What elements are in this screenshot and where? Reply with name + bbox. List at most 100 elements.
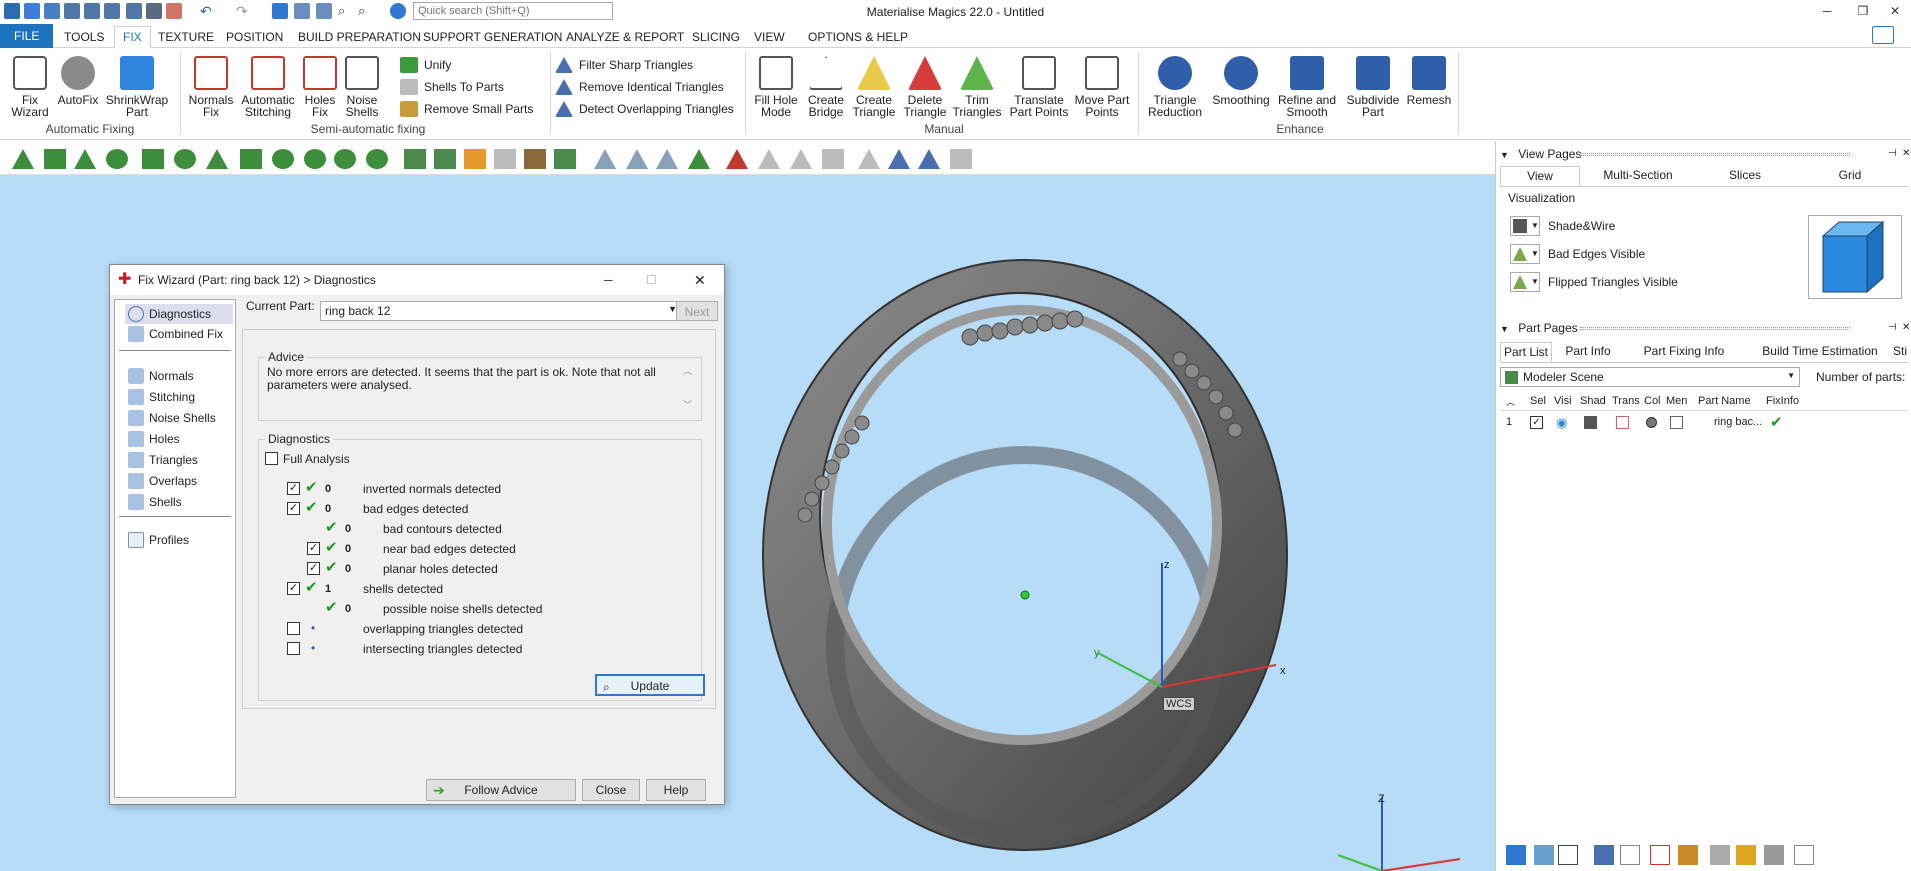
automatic-stitching-button[interactable]: Automatic Stitching [240, 56, 296, 118]
tab-build-time-estimation[interactable]: Build Time Estimation [1750, 342, 1890, 362]
nav-noise-shells[interactable]: Noise Shells [125, 408, 230, 428]
col-col[interactable]: Col [1644, 395, 1661, 407]
color-swatch[interactable] [1646, 417, 1657, 428]
smoothing-button[interactable]: Smoothing [1210, 56, 1272, 106]
tab-analyze-report[interactable]: ANALYZE & REPORT [558, 27, 692, 47]
refine-and-smooth-button[interactable]: Refine and Smooth [1274, 56, 1340, 118]
trim-triangles-button[interactable]: Trim Triangles [952, 56, 1002, 118]
close-window-button[interactable]: ✕ [1880, 0, 1910, 22]
unify-button[interactable]: Unify [400, 56, 451, 74]
fill-hole-mode-button[interactable]: Fill Hole Mode [752, 56, 800, 118]
eye-icon[interactable]: ◉ [1556, 415, 1567, 431]
current-part-select[interactable]: ring back 12 ▼ [320, 301, 682, 321]
tab-tools[interactable]: TOOLS [56, 27, 112, 47]
flipped-triangles-dropdown[interactable]: ▼ [1510, 272, 1540, 292]
follow-advice-button[interactable]: ➔ Follow Advice [426, 779, 576, 801]
mark-window-icon[interactable] [240, 149, 262, 169]
part-toggle-icon[interactable] [464, 149, 486, 169]
tab-support-generation[interactable]: SUPPORT GENERATION [415, 27, 570, 47]
select-checkbox[interactable]: ✓ [1530, 416, 1543, 429]
triangle-tool-2-icon[interactable] [626, 149, 648, 169]
tab-part-fixing-info[interactable]: Part Fixing Info [1624, 342, 1744, 362]
shells-to-parts-button[interactable]: Shells To Parts [400, 78, 504, 96]
part-tool-8-icon[interactable] [1710, 845, 1730, 865]
nav-stitching[interactable]: Stitching [125, 387, 230, 407]
triangle-tool-6-icon[interactable] [790, 149, 812, 169]
shrinkwrap-part-button[interactable]: ShrinkWrap Part [104, 56, 170, 118]
scroll-down-icon[interactable]: ﹀ [683, 398, 692, 411]
triangle-tool-5-icon[interactable] [758, 149, 780, 169]
sort-up-icon[interactable]: ︿ [1506, 395, 1515, 408]
move-part-points-button[interactable]: Move Part Points [1074, 56, 1130, 118]
help-button[interactable]: Help [646, 779, 706, 801]
nav-shells[interactable]: Shells [125, 492, 230, 512]
shade-wire-dropdown[interactable]: ▼ [1510, 216, 1540, 236]
dialog-minimize-button[interactable]: ─ [604, 265, 613, 295]
view-cube-preview[interactable] [1808, 215, 1902, 299]
row-checkbox[interactable]: ✓ [287, 582, 300, 595]
nav-diagnostics[interactable]: Diagnostics [125, 304, 233, 324]
collapse-icon[interactable]: ▼ [1500, 150, 1509, 160]
close-button[interactable]: Close [582, 779, 640, 801]
tab-view[interactable]: VIEW [746, 27, 793, 47]
bad-edges-dropdown[interactable]: ▼ [1510, 244, 1540, 264]
normals-fix-button[interactable]: Normals Fix [186, 56, 236, 118]
nav-profiles[interactable]: Profiles [125, 530, 230, 550]
col-shad[interactable]: Shad [1580, 395, 1606, 407]
part-tool-10-icon[interactable] [1764, 845, 1784, 865]
mark-cylinder-icon[interactable] [174, 149, 196, 169]
triangle-tool-11-icon[interactable] [950, 149, 972, 169]
pin-icon[interactable]: ⊣ [1888, 145, 1897, 163]
triangle-tool-7-icon[interactable] [822, 149, 844, 169]
subdivide-part-button[interactable]: Subdivide Part [1344, 56, 1402, 118]
nav-triangles[interactable]: Triangles [125, 450, 230, 470]
remesh-button[interactable]: Remesh [1404, 56, 1454, 106]
mark-zone-icon[interactable] [366, 149, 388, 169]
update-button[interactable]: ⌕ Update [595, 674, 705, 696]
part-unmark-icon[interactable] [434, 149, 456, 169]
panel-close-icon[interactable]: ✕ [1902, 319, 1910, 337]
remove-identical-triangles-button[interactable]: Remove Identical Triangles [555, 78, 724, 96]
tab-grid[interactable]: Grid [1800, 166, 1900, 186]
mark-sphere-icon[interactable] [272, 149, 294, 169]
tab-file[interactable]: FILE [0, 24, 54, 48]
nav-holes[interactable]: Holes [125, 429, 230, 449]
part-tool-4-icon[interactable] [1594, 845, 1614, 865]
col-fixinfo[interactable]: FixInfo [1766, 395, 1799, 407]
next-button[interactable]: Next [676, 301, 718, 321]
minimize-button[interactable]: ─ [1812, 0, 1842, 22]
part-tool-9-icon[interactable] [1736, 845, 1756, 865]
filter-sharp-triangles-button[interactable]: Filter Sharp Triangles [555, 56, 693, 74]
mark-surface-icon[interactable] [44, 149, 66, 169]
tab-position[interactable]: POSITION [218, 27, 291, 47]
tab-view-page[interactable]: View [1500, 166, 1580, 186]
col-sel[interactable]: Sel [1530, 395, 1546, 407]
row-checkbox[interactable]: ✓ [307, 542, 320, 555]
triangle-tool-4-icon[interactable] [688, 149, 710, 169]
scroll-up-icon[interactable]: ︿ [683, 364, 692, 377]
mark-triangle-icon[interactable] [12, 149, 34, 169]
noise-shells-button[interactable]: Noise Shells [342, 56, 382, 118]
holes-fix-button[interactable]: Holes Fix [300, 56, 340, 118]
col-men[interactable]: Men [1666, 395, 1687, 407]
triangle-tool-1-icon[interactable] [594, 149, 616, 169]
full-analysis-checkbox[interactable] [265, 452, 278, 465]
create-triangle-button[interactable]: Create Triangle [850, 56, 898, 118]
tab-part-list[interactable]: Part List [1500, 342, 1552, 362]
part-tool-7-icon[interactable] [1678, 845, 1698, 865]
mark-lasso-icon[interactable] [304, 149, 326, 169]
row-checkbox[interactable]: ✓ [307, 562, 320, 575]
autofix-button[interactable]: AutoFix [54, 56, 102, 106]
mark-cone-icon[interactable] [206, 149, 228, 169]
tab-texture[interactable]: TEXTURE [150, 27, 222, 47]
collapse-icon[interactable]: ▼ [1500, 324, 1509, 334]
part-mark-icon[interactable] [404, 149, 426, 169]
tab-fix[interactable]: FIX [114, 26, 151, 49]
delete-triangle-button[interactable]: Delete Triangle [900, 56, 950, 118]
detect-overlapping-triangles-button[interactable]: Detect Overlapping Triangles [555, 100, 734, 118]
part-expand-icon[interactable] [554, 149, 576, 169]
create-bridge-button[interactable]: Create Bridge [802, 56, 850, 118]
shaded-cube-icon[interactable] [1584, 416, 1597, 429]
maximize-button[interactable]: ❐ [1848, 0, 1878, 22]
part-tool-6-icon[interactable] [1650, 845, 1670, 865]
